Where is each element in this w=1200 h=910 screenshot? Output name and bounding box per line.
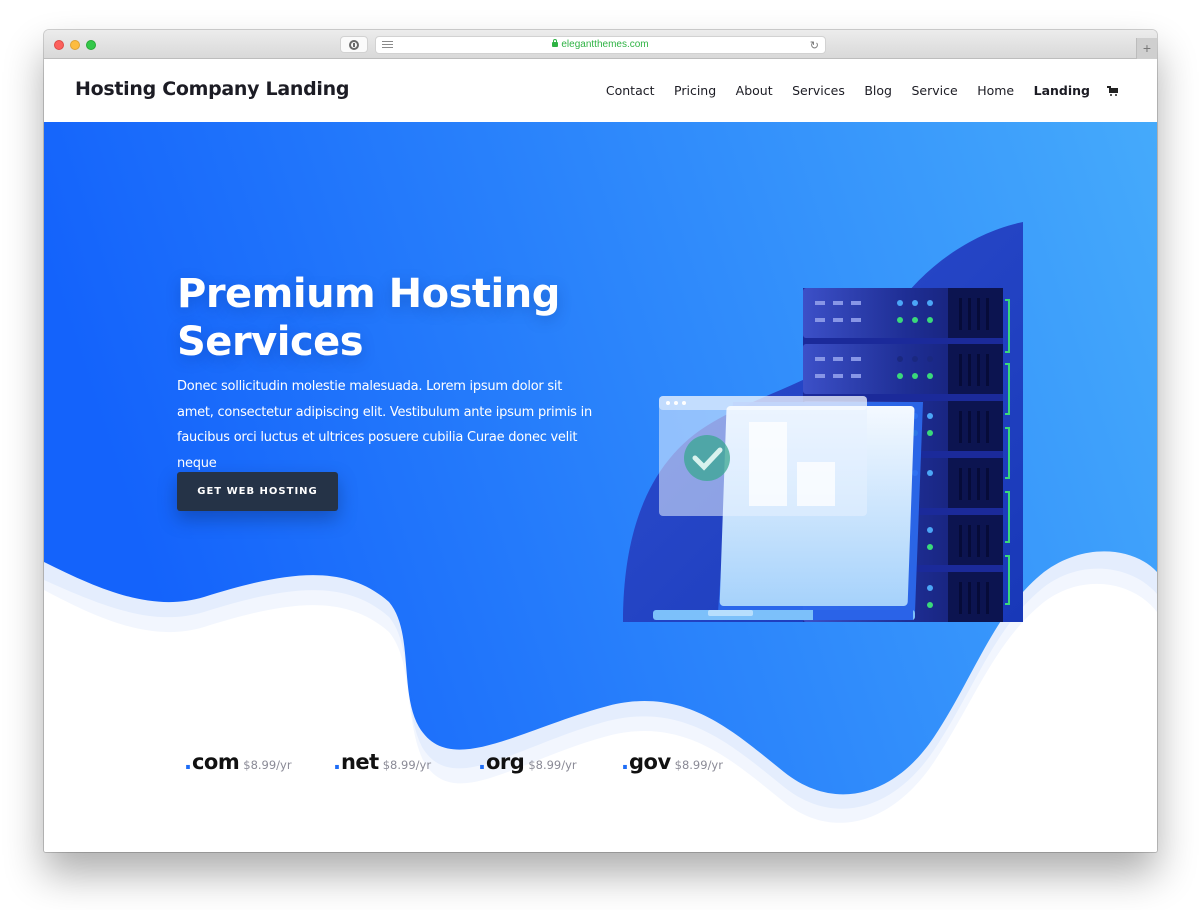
server-unit — [803, 288, 1003, 338]
nav-blog[interactable]: Blog — [864, 83, 892, 98]
get-web-hosting-button[interactable]: GET WEB HOSTING — [177, 472, 338, 511]
password-manager-button[interactable] — [340, 36, 368, 53]
domain-item-com[interactable]: . com $8.99/yr — [184, 750, 292, 774]
server-unit — [803, 344, 1003, 394]
browser-titlebar: elegantthemes.com ↻ + — [44, 30, 1157, 59]
new-tab-button[interactable]: + — [1136, 38, 1157, 59]
nav-services[interactable]: Services — [792, 83, 845, 98]
site-header: Hosting Company Landing Contact Pricing … — [44, 59, 1157, 122]
domain-price: $8.99/yr — [528, 758, 577, 772]
nav-landing[interactable]: Landing — [1034, 83, 1090, 98]
url-text: elegantthemes.com — [561, 39, 649, 50]
domain-tld: gov — [628, 750, 671, 774]
browser-window: elegantthemes.com ↻ + Hosting Company La… — [44, 30, 1157, 852]
shopping-cart-icon[interactable] — [1107, 85, 1119, 96]
maximize-window-button[interactable] — [86, 40, 96, 50]
bar-chart-icon — [749, 422, 787, 506]
nav-service[interactable]: Service — [911, 83, 957, 98]
lock-icon — [552, 39, 559, 47]
hero-title: Premium Hosting Services — [177, 271, 560, 365]
domain-tld: org — [485, 750, 525, 774]
close-window-button[interactable] — [54, 40, 64, 50]
domain-item-net[interactable]: . net $8.99/yr — [333, 750, 431, 774]
domain-tld: com — [191, 750, 240, 774]
nav-contact[interactable]: Contact — [606, 83, 655, 98]
hero-description: Donec sollicitudin molestie malesuada. L… — [177, 379, 592, 471]
domain-price: $8.99/yr — [382, 758, 432, 772]
domain-pricing-list: . com $8.99/yr . net $8.99/yr . org $8.99/yr .… — [44, 750, 1157, 790]
address-bar[interactable]: elegantthemes.com ↻ — [375, 36, 826, 54]
minimize-window-button[interactable] — [70, 40, 80, 50]
nav-home[interactable]: Home — [977, 83, 1014, 98]
domain-item-gov[interactable]: . gov $8.99/yr — [621, 750, 723, 774]
nav-about[interactable]: About — [736, 83, 773, 98]
nav-pricing[interactable]: Pricing — [674, 83, 716, 98]
main-nav: Contact Pricing About Services Blog Serv… — [586, 83, 1119, 98]
hero-section: Premium Hosting Services Donec sollicitu… — [44, 122, 1157, 852]
dashboard-window — [659, 396, 867, 516]
domain-item-org[interactable]: . org $8.99/yr — [478, 750, 577, 774]
check-circle-icon — [684, 435, 730, 481]
domain-price: $8.99/yr — [243, 758, 292, 772]
domain-tld: net — [340, 750, 379, 774]
password-manager-icon — [349, 39, 359, 50]
server-rack-laptop-illustration — [623, 222, 1023, 622]
reload-icon[interactable]: ↻ — [810, 39, 819, 52]
domain-price: $8.99/yr — [674, 758, 723, 772]
site-title[interactable]: Hosting Company Landing — [75, 78, 349, 100]
